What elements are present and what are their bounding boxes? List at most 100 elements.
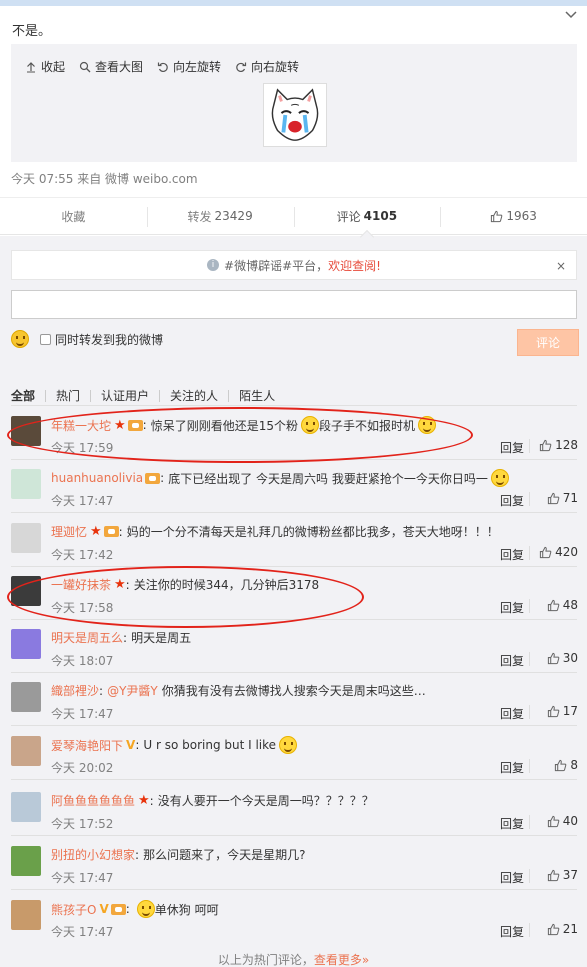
comment-submit-button[interactable]: 评论 <box>517 329 579 356</box>
comment-username[interactable]: 熊孩子O <box>51 901 96 918</box>
comment-like-button[interactable]: 37 <box>547 868 578 882</box>
avatar[interactable] <box>11 900 41 930</box>
comment-line: 明天是周五么: 明天是周五 <box>51 629 571 646</box>
rotate-right-button[interactable]: 向右旋转 <box>235 58 299 75</box>
reply-button[interactable]: 回复 <box>500 439 524 456</box>
comment-like-button[interactable]: 71 <box>547 491 578 505</box>
crying-cat-image[interactable] <box>263 83 327 147</box>
comment-like-button[interactable]: 21 <box>547 922 578 936</box>
forward-label: 同时转发到我的微博 <box>55 333 164 347</box>
emoji-icon <box>490 469 509 487</box>
reply-button[interactable]: 回复 <box>500 815 524 832</box>
comment-like-button[interactable]: 17 <box>547 704 578 718</box>
comment-text: U r so boring but I like <box>143 738 277 752</box>
avatar[interactable] <box>11 469 41 499</box>
emoji-picker-icon[interactable] <box>11 330 29 348</box>
comment-username[interactable]: 理迦忆 <box>51 523 87 540</box>
comment-time: 今天 17:47 <box>51 871 114 885</box>
comment-username[interactable]: 織部裡沙 <box>51 682 99 699</box>
avatar[interactable] <box>11 846 41 876</box>
see-more-link[interactable]: 查看更多» <box>314 953 369 967</box>
reply-button[interactable]: 回复 <box>500 599 524 616</box>
avatar[interactable] <box>11 736 41 766</box>
reply-button[interactable]: 回复 <box>500 759 524 776</box>
filter-strangers[interactable]: 陌生人 <box>239 387 275 404</box>
filter-verified[interactable]: 认证用户 <box>101 387 149 404</box>
filter-all[interactable]: 全部 <box>11 387 35 404</box>
notice-link[interactable]: 欢迎查阅! <box>328 257 381 274</box>
comment-like-button[interactable]: 48 <box>547 598 578 612</box>
comment-like-count: 17 <box>562 704 578 718</box>
notice-text: #微博辟谣#平台， <box>224 258 329 273</box>
chevron-down-icon[interactable] <box>565 11 577 19</box>
filter-following[interactable]: 关注的人 <box>170 387 218 404</box>
thumbs-up-icon <box>547 705 560 717</box>
comment-time: 今天 17:52 <box>51 817 114 831</box>
comment-count: 4105 <box>363 209 398 223</box>
forward-checkbox[interactable]: 同时转发到我的微博 <box>40 331 163 348</box>
reply-button[interactable]: 回复 <box>500 923 524 940</box>
verified-v-icon[interactable]: V <box>99 902 108 916</box>
comment-username[interactable]: huanhuanolivia <box>51 471 143 485</box>
reply-button[interactable]: 回复 <box>500 705 524 722</box>
thumbs-up-icon <box>491 210 503 222</box>
comment-like-button[interactable]: 420 <box>539 545 578 559</box>
action-separator <box>529 815 530 829</box>
colon: : <box>160 471 165 485</box>
comment-username[interactable]: 别扭的小幻想家 <box>51 846 135 863</box>
thumbs-up-icon <box>539 546 552 558</box>
repost-button[interactable]: 转发 23429 <box>146 198 294 234</box>
close-icon[interactable]: × <box>556 259 566 273</box>
repost-label: 转发 <box>187 209 212 224</box>
comment-like-button[interactable]: 40 <box>547 814 578 828</box>
rotate-left-button[interactable]: 向左旋转 <box>157 58 221 75</box>
comment-like-button[interactable]: 8 <box>554 758 578 772</box>
comment-like-button[interactable]: 128 <box>539 438 578 452</box>
star-badge-icon[interactable]: ★ <box>90 524 102 539</box>
comment-like-count: 48 <box>562 598 578 612</box>
checkbox-icon[interactable] <box>40 334 51 345</box>
star-badge-icon[interactable]: ★ <box>138 793 150 808</box>
action-separator <box>529 546 530 560</box>
avatar[interactable] <box>11 629 41 659</box>
comment-like-count: 128 <box>555 438 578 452</box>
comment-username[interactable]: 阿鱼鱼鱼鱼鱼鱼 <box>51 792 135 809</box>
reply-button[interactable]: 回复 <box>500 492 524 509</box>
reply-button[interactable]: 回复 <box>500 652 524 669</box>
like-button[interactable]: 1963 <box>440 198 587 234</box>
action-separator <box>529 759 530 773</box>
comment-like-count: 30 <box>562 651 578 665</box>
avatar[interactable] <box>11 682 41 712</box>
reply-button[interactable]: 回复 <box>500 869 524 886</box>
media-viewer: 收起 查看大图 向左旋转 向右旋转 <box>11 44 577 162</box>
comment-username[interactable]: 爱琴海艳阳下 <box>51 737 123 754</box>
avatar[interactable] <box>11 792 41 822</box>
comment-item: 爱琴海艳阳下 V: U r so boring but I like 今天 20:02… <box>0 727 587 780</box>
verified-v-icon[interactable]: V <box>126 738 135 752</box>
comment-input[interactable] <box>11 290 577 319</box>
comment-line: 阿鱼鱼鱼鱼鱼鱼 ★: 没有人要开一个今天是周一吗？？？？？ <box>51 792 571 809</box>
member-crown-icon[interactable] <box>145 472 161 484</box>
rumor-notice: i #微博辟谣#平台， 欢迎查阅! × <box>11 250 577 280</box>
comment-username[interactable]: 明天是周五么 <box>51 629 123 646</box>
comment-like-button[interactable]: 30 <box>547 651 578 665</box>
collapse-button[interactable]: 收起 <box>25 58 65 75</box>
filter-separator <box>159 389 161 402</box>
member-crown-icon[interactable] <box>103 526 119 537</box>
arrow-up-icon <box>27 61 35 72</box>
comment-like-count: 21 <box>562 922 578 936</box>
action-separator <box>529 923 530 937</box>
action-separator <box>529 652 530 666</box>
comment-tab-button[interactable]: 评论 4105 <box>293 198 441 234</box>
mention-link[interactable]: @Y尹醬Y <box>107 682 158 699</box>
reply-button[interactable]: 回复 <box>500 546 524 563</box>
avatar[interactable] <box>11 523 41 553</box>
action-bar: 收藏 转发 23429 评论 4105 1963 <box>0 197 587 235</box>
thumbs-up-icon <box>547 652 560 664</box>
filter-hot[interactable]: 热门 <box>56 387 80 404</box>
member-crown-icon[interactable] <box>110 903 126 915</box>
comment-line: 織部裡沙: @Y尹醬Y 你猜我有没有去微博找人搜索今天是周末吗这些… <box>51 682 571 699</box>
favorite-button[interactable]: 收藏 <box>0 198 147 234</box>
top-strip <box>0 0 587 6</box>
view-large-button[interactable]: 查看大图 <box>79 58 143 75</box>
